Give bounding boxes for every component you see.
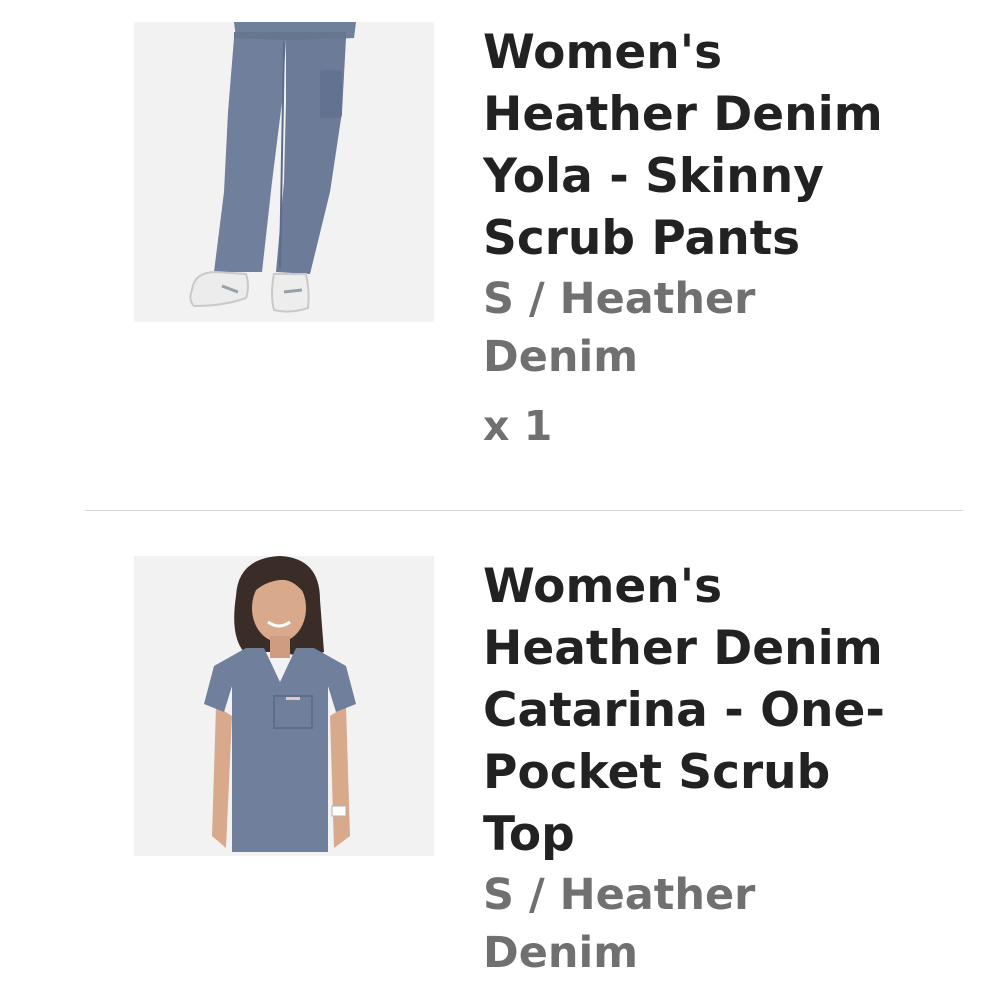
product-title[interactable]: Women's Heather Denim Yola - Skinny Scru… [483,22,893,270]
cart-line-item: Women's Heather Denim Catarina - One-Poc… [0,511,1000,1000]
product-title[interactable]: Women's Heather Denim Catarina - One-Poc… [483,556,893,866]
product-info: Women's Heather Denim Yola - Skinny Scru… [483,22,983,456]
product-thumbnail[interactable] [134,556,434,856]
product-variant: S / Heather Denim [483,870,756,978]
scrub-pants-photo-icon [134,22,434,322]
cart-line-item: Women's Heather Denim Yola - Skinny Scru… [0,0,1000,510]
order-summary: Women's Heather Denim Yola - Skinny Scru… [0,0,1000,1000]
product-info: Women's Heather Denim Catarina - One-Poc… [483,556,983,982]
scrub-top-photo-icon [134,556,434,856]
product-quantity: x 1 [483,402,553,450]
product-variant: S / Heather Denim [483,274,756,382]
product-thumbnail[interactable] [134,22,434,322]
